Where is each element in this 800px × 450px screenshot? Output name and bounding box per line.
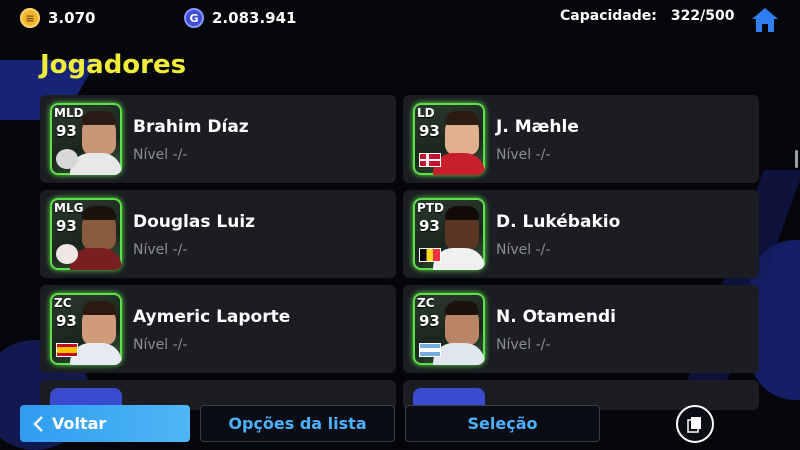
player-name: Brahim Díaz [133, 117, 249, 137]
player-hair [82, 206, 116, 220]
player-position: MLD [54, 106, 84, 120]
player-overall: 93 [56, 122, 77, 140]
capacity-label: Capacidade: [560, 8, 657, 24]
copy-icon [687, 417, 701, 433]
player-thumbnail: ZC 93 [413, 293, 485, 365]
gp-points-value: 2.083.941 [212, 9, 297, 27]
player-name: D. Lukébakio [496, 212, 621, 232]
player-hair [445, 111, 479, 125]
player-name: N. Otamendi [496, 307, 616, 327]
selection-button[interactable]: Seleção [405, 405, 600, 442]
player-thumbnail: LD 93 [413, 103, 485, 175]
player-name: Douglas Luiz [133, 212, 256, 232]
player-hair [82, 111, 116, 125]
player-thumbnail: MLG 93 [50, 198, 122, 270]
player-position: ZC [54, 296, 72, 310]
player-position: PTD [417, 201, 444, 215]
player-level: Nível -/- [496, 242, 551, 258]
player-overall: 93 [419, 122, 440, 140]
selection-label: Seleção [467, 414, 538, 433]
copy-button[interactable] [676, 405, 714, 443]
club-badge-icon [56, 244, 78, 264]
player-hair [82, 301, 116, 315]
club-badge-icon [56, 149, 78, 169]
player-overall: 93 [56, 217, 77, 235]
belgium-flag-icon [419, 248, 441, 262]
capacity: Capacidade: 322/500 [560, 8, 734, 24]
denmark-flag-icon [419, 153, 441, 167]
player-card[interactable]: ZC 93 N. Otamendi Nível -/- [403, 285, 759, 373]
player-thumbnail: MLD 93 [50, 103, 122, 175]
top-bar: ≡ 3.070 G 2.083.941 Capacidade: 322/500 [0, 0, 800, 38]
player-card[interactable]: PTD 93 D. Lukébakio Nível -/- [403, 190, 759, 278]
player-level: Nível -/- [133, 337, 188, 353]
player-hair [445, 301, 479, 315]
player-thumbnail: ZC 93 [50, 293, 122, 365]
player-thumbnail: PTD 93 [413, 198, 485, 270]
list-options-label: Opções da lista [228, 414, 367, 433]
home-icon [752, 8, 778, 32]
player-card[interactable]: MLG 93 Douglas Luiz Nível -/- [40, 190, 396, 278]
player-card[interactable]: LD 93 J. Mæhle Nível -/- [403, 95, 759, 183]
player-level: Nível -/- [496, 337, 551, 353]
gp-points: G 2.083.941 [184, 8, 296, 28]
home-button[interactable] [750, 6, 780, 34]
chevron-left-icon [33, 415, 43, 432]
page-title: Jogadores [40, 50, 187, 80]
spain-flag-icon [56, 343, 78, 357]
player-level: Nível -/- [133, 147, 188, 163]
gold-coins: ≡ 3.070 [20, 8, 95, 28]
scroll-indicator[interactable] [795, 150, 798, 168]
back-button-label: Voltar [52, 414, 107, 433]
coin-icon: ≡ [20, 8, 40, 28]
player-position: MLG [54, 201, 84, 215]
player-level: Nível -/- [496, 147, 551, 163]
player-name: J. Mæhle [496, 117, 579, 137]
gp-icon: G [184, 8, 204, 28]
back-button[interactable]: Voltar [20, 405, 190, 442]
player-hair [445, 206, 479, 220]
list-options-button[interactable]: Opções da lista [200, 405, 395, 442]
player-position: ZC [417, 296, 435, 310]
capacity-value: 322/500 [670, 8, 735, 24]
player-overall: 93 [419, 312, 440, 330]
player-card[interactable]: MLD 93 Brahim Díaz Nível -/- [40, 95, 396, 183]
player-overall: 93 [56, 312, 77, 330]
player-level: Nível -/- [133, 242, 188, 258]
gold-coins-value: 3.070 [48, 9, 96, 27]
player-overall: 93 [419, 217, 440, 235]
argentina-flag-icon [419, 343, 441, 357]
player-card[interactable]: ZC 93 Aymeric Laporte Nível -/- [40, 285, 396, 373]
player-name: Aymeric Laporte [133, 307, 291, 327]
player-position: LD [417, 106, 435, 120]
